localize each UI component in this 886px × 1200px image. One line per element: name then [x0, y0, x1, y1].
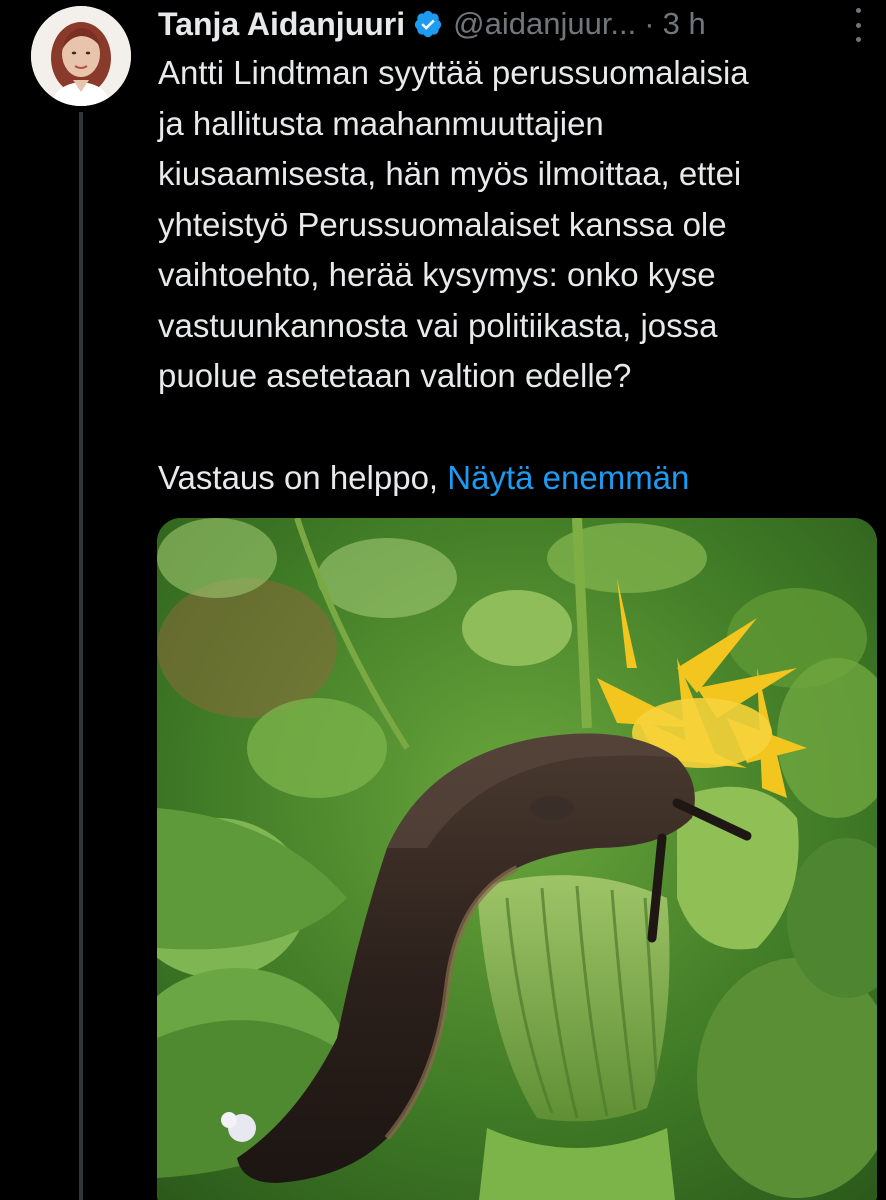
tweet-timestamp[interactable]: 3 h	[663, 6, 706, 42]
slug-on-dandelion-photo	[157, 518, 877, 1200]
more-dot	[855, 8, 861, 13]
tweet-lead-text: Vastaus on helppo,	[158, 459, 448, 496]
author-handle[interactable]: @aidanjuur...	[453, 6, 636, 42]
more-dot	[855, 22, 861, 28]
tweet-media-image[interactable]	[157, 518, 877, 1200]
avatar[interactable]	[31, 6, 131, 106]
author-name[interactable]: Tanja Aidanjuuri	[158, 6, 405, 43]
verified-badge-icon	[413, 9, 443, 39]
avatar-image	[31, 6, 131, 106]
more-options-icon[interactable]	[848, 8, 868, 42]
tweet-text-continuation: Vastaus on helppo, Näytä enemmän	[158, 453, 689, 503]
show-more-link[interactable]: Näytä enemmän	[447, 459, 689, 496]
more-dot	[855, 37, 861, 42]
header-separator: ·	[644, 6, 655, 41]
tweet-text: Antti Lindtman syyttää perussuomalaisia …	[158, 54, 749, 394]
tweet-header: Tanja Aidanjuuri @aidanjuur... · 3 h	[158, 2, 868, 46]
thread-connector-line	[79, 112, 83, 1200]
